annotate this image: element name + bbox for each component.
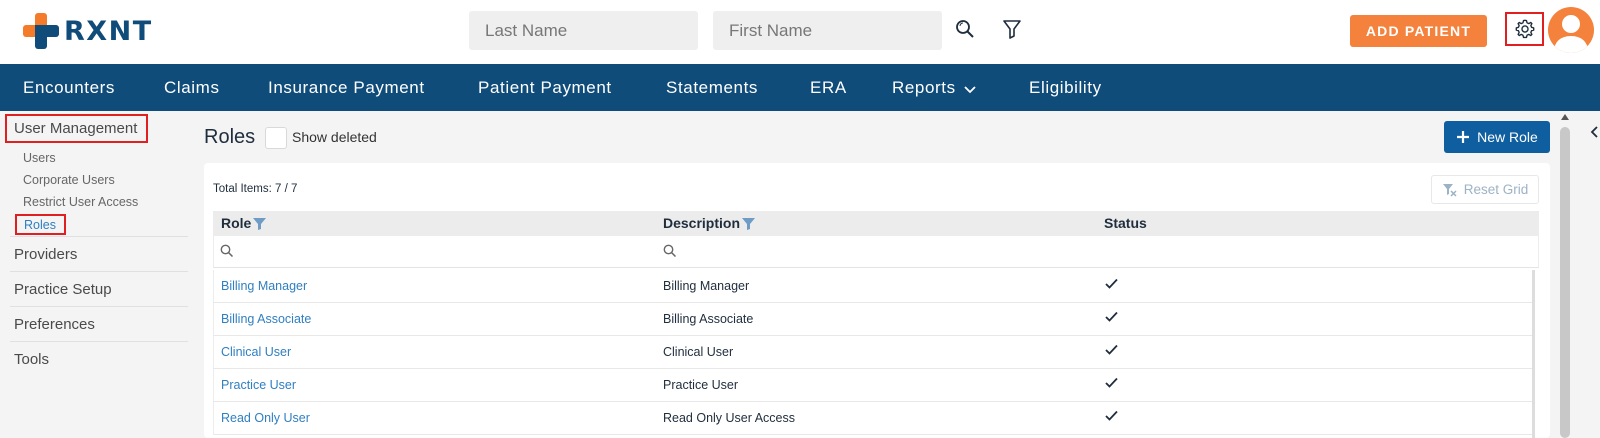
- filter-icon[interactable]: [1000, 16, 1024, 42]
- nav-encounters[interactable]: Encounters: [23, 64, 115, 111]
- table-row: Practice User Practice User: [213, 369, 1533, 402]
- chevron-left-icon[interactable]: [1590, 126, 1598, 138]
- top-header: RXNT ADD PATIENT: [0, 0, 1600, 64]
- logo-text: RXNT: [64, 15, 153, 47]
- chevron-down-icon: [964, 65, 976, 112]
- role-description: Read Only User Access: [663, 411, 795, 425]
- new-role-button[interactable]: New Role: [1444, 121, 1550, 153]
- gear-icon: [1515, 19, 1534, 39]
- sidebar-item-users[interactable]: Users: [23, 151, 56, 165]
- plus-icon: [1457, 131, 1470, 143]
- role-description: Clinical User: [663, 345, 734, 359]
- column-header-role[interactable]: Role: [221, 211, 267, 236]
- nav-reports-label: Reports: [892, 78, 956, 97]
- filter-clear-icon: [1442, 183, 1457, 197]
- checkmark-icon: [1105, 377, 1118, 388]
- sidebar-item-corporate-users[interactable]: Corporate Users: [23, 173, 115, 187]
- checkmark-icon: [1105, 410, 1118, 421]
- column-filter-icon[interactable]: [742, 217, 756, 230]
- sidebar-divider: [10, 306, 188, 307]
- sidebar-providers[interactable]: Providers: [14, 246, 77, 263]
- sidebar-divider: [10, 271, 188, 272]
- role-link[interactable]: Clinical User: [221, 336, 291, 369]
- grid-header-row: Role Description Status: [213, 211, 1539, 236]
- sidebar-divider: [10, 341, 188, 342]
- column-description-label: Description: [663, 215, 741, 231]
- table-row: Read Only User Read Only User Access: [213, 402, 1533, 435]
- total-items: Total Items: 7 / 7: [213, 183, 298, 195]
- role-link[interactable]: Read Only User: [221, 402, 310, 435]
- role-description: Practice User: [663, 378, 739, 392]
- main-nav: Encounters Claims Insurance Payment Pati…: [0, 64, 1600, 111]
- rxnt-logo[interactable]: RXNT: [23, 13, 153, 49]
- sidebar-divider: [10, 236, 188, 237]
- show-deleted-label[interactable]: Show deleted: [292, 129, 377, 145]
- sidebar-user-management[interactable]: User Management: [14, 120, 137, 137]
- grid-scrollbar[interactable]: [1532, 270, 1535, 438]
- page-scrollbar-thumb[interactable]: [1560, 127, 1570, 438]
- last-name-input[interactable]: [469, 11, 698, 50]
- reset-grid-button[interactable]: Reset Grid: [1431, 175, 1539, 204]
- role-link[interactable]: Billing Associate: [221, 303, 311, 336]
- table-row: Clinical User Clinical User: [213, 336, 1533, 369]
- first-name-input[interactable]: [713, 11, 942, 50]
- nav-insurance-payment[interactable]: Insurance Payment: [268, 64, 425, 111]
- grid-filter-row: [213, 236, 1539, 268]
- column-status-label: Status: [1104, 215, 1147, 231]
- nav-statements[interactable]: Statements: [666, 64, 758, 111]
- role-link[interactable]: Practice User: [221, 369, 296, 402]
- scroll-up-arrow-icon[interactable]: [1561, 114, 1569, 120]
- role-description: Billing Associate: [663, 312, 754, 326]
- nav-patient-payment[interactable]: Patient Payment: [478, 64, 612, 111]
- table-row: Billing Associate Billing Associate: [213, 303, 1533, 336]
- checkmark-icon: [1105, 311, 1118, 322]
- nav-era[interactable]: ERA: [810, 64, 847, 111]
- user-avatar-icon[interactable]: [1548, 7, 1594, 53]
- column-header-status[interactable]: Status: [1104, 211, 1147, 236]
- sidebar-item-roles[interactable]: Roles: [24, 218, 56, 232]
- checkmark-icon: [1105, 344, 1118, 355]
- new-role-label: New Role: [1477, 129, 1538, 145]
- column-role-label: Role: [221, 215, 252, 231]
- show-deleted-checkbox[interactable]: [265, 127, 287, 149]
- role-filter-search-icon[interactable]: [220, 244, 234, 262]
- page-title: Roles: [204, 126, 256, 148]
- nav-eligibility[interactable]: Eligibility: [1029, 64, 1102, 111]
- column-filter-icon[interactable]: [253, 217, 267, 230]
- column-header-description[interactable]: Description: [663, 211, 756, 236]
- description-filter-search-icon[interactable]: [663, 244, 677, 262]
- sidebar-tools[interactable]: Tools: [14, 351, 49, 368]
- table-row: Billing Manager Billing Manager: [213, 270, 1533, 303]
- reset-grid-label: Reset Grid: [1463, 182, 1529, 197]
- add-patient-button[interactable]: ADD PATIENT: [1350, 15, 1487, 47]
- sidebar-item-restrict-user-access[interactable]: Restrict User Access: [23, 195, 138, 209]
- nav-claims[interactable]: Claims: [164, 64, 220, 111]
- settings-button[interactable]: [1505, 12, 1544, 46]
- checkmark-icon: [1105, 278, 1118, 289]
- logo-cross-icon: [23, 13, 59, 49]
- role-description: Billing Manager: [663, 279, 750, 293]
- role-link[interactable]: Billing Manager: [221, 270, 307, 303]
- nav-reports[interactable]: Reports: [892, 64, 976, 111]
- sidebar-practice-setup[interactable]: Practice Setup: [14, 281, 112, 298]
- sidebar-preferences[interactable]: Preferences: [14, 316, 95, 333]
- search-icon[interactable]: [953, 16, 977, 42]
